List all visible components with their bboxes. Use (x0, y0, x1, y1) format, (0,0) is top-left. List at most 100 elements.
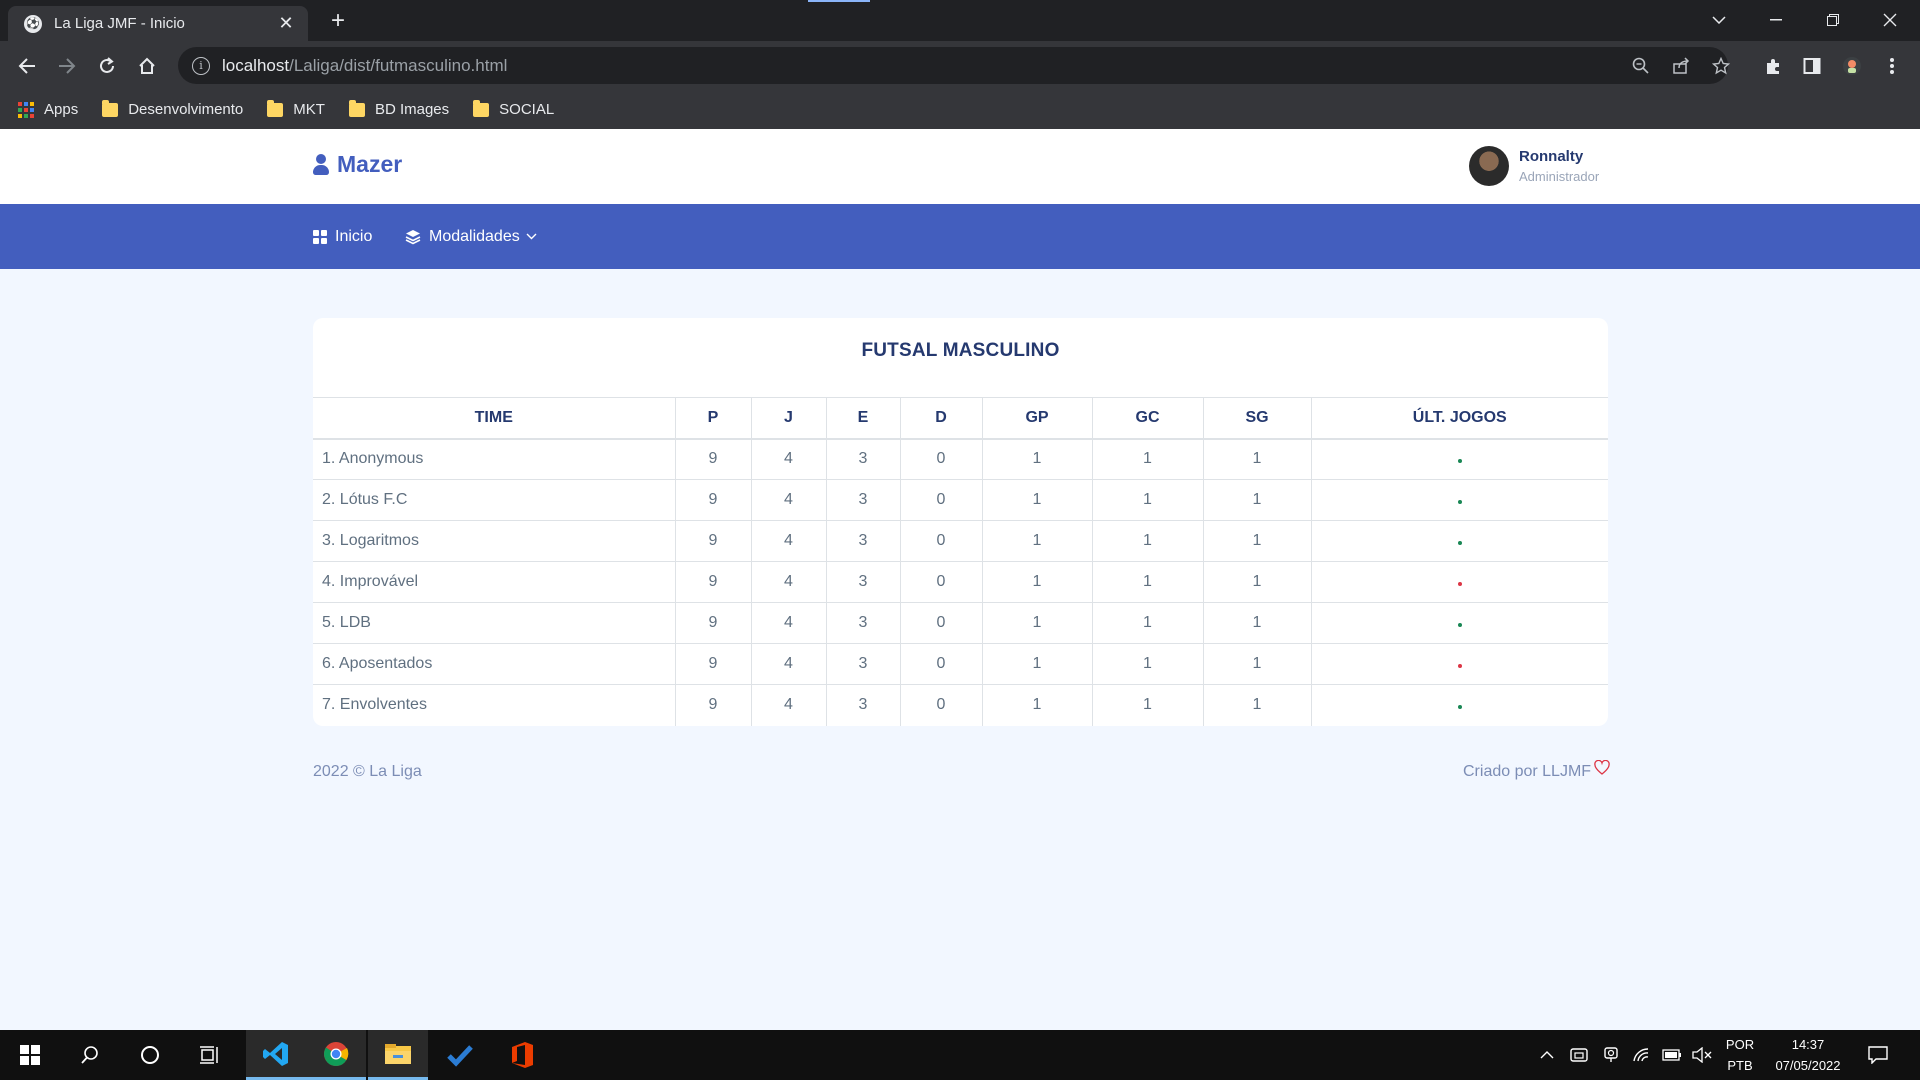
folder-icon (267, 99, 284, 117)
address-bar[interactable]: i localhost/Laliga/dist/futmasculino.htm… (178, 47, 1731, 84)
column-header-d[interactable]: D (900, 397, 983, 440)
windows-start-icon[interactable] (0, 1030, 60, 1080)
column-header-e[interactable]: E (826, 397, 901, 440)
reload-icon[interactable] (90, 49, 124, 83)
cell-p: 9 (675, 479, 752, 521)
bookmark-desenvolvimento[interactable]: Desenvolvimento (102, 99, 243, 118)
windows-taskbar: POR PTB 14:37 07/05/2022 (0, 1030, 1920, 1080)
cell-team: 7. Envolventes (313, 684, 676, 726)
tab-strip: ⚽ La Liga JMF - Inicio ✕ + (0, 0, 1920, 41)
file-explorer-icon[interactable] (368, 1030, 428, 1080)
win-dot-icon (1457, 500, 1462, 504)
zoom-icon[interactable] (1631, 56, 1651, 76)
table-row[interactable]: 6. Aposentados 9 4 3 0 1 1 1 (313, 643, 1608, 685)
bookmark-star-icon[interactable] (1711, 56, 1731, 76)
cell-e: 3 (826, 602, 901, 644)
win-dot-icon (1457, 541, 1462, 545)
cell-d: 0 (900, 684, 983, 726)
new-tab-icon[interactable]: + (324, 8, 352, 36)
todo-check-icon[interactable] (430, 1030, 490, 1080)
back-arrow-icon[interactable] (10, 49, 44, 83)
close-tab-icon[interactable]: ✕ (276, 13, 296, 34)
office-icon[interactable] (492, 1030, 552, 1080)
browser-tab[interactable]: ⚽ La Liga JMF - Inicio ✕ (8, 6, 308, 41)
cell-last-games (1311, 520, 1608, 562)
table-row[interactable]: 7. Envolventes 9 4 3 0 1 1 1 (313, 684, 1608, 726)
cell-last-games (1311, 479, 1608, 521)
notifications-icon[interactable] (1868, 1030, 1888, 1080)
camera-icon[interactable] (1602, 1030, 1620, 1080)
cell-gp: 1 (982, 479, 1093, 521)
keyboard-layout: PTB (1727, 1058, 1753, 1073)
cell-sg: 1 (1203, 438, 1312, 480)
show-hidden-icons-chevron-icon[interactable] (1540, 1030, 1554, 1080)
task-view-icon[interactable] (180, 1030, 240, 1080)
cell-team: 1. Anonymous (313, 438, 676, 480)
search-icon[interactable] (60, 1030, 120, 1080)
wifi-icon[interactable] (1632, 1030, 1650, 1080)
browser-chrome: ⚽ La Liga JMF - Inicio ✕ + i localhost /… (0, 0, 1920, 129)
browser-toolbar: i localhost/Laliga/dist/futmasculino.htm… (0, 41, 1920, 90)
cell-p: 9 (675, 684, 752, 726)
column-header-ult-jogos[interactable]: ÚLT. JOGOS (1311, 397, 1608, 440)
person-icon (313, 153, 329, 176)
column-header-gc[interactable]: GC (1092, 397, 1204, 440)
cell-sg: 1 (1203, 520, 1312, 562)
bookmark-apps[interactable]: Apps (18, 101, 78, 118)
card-title: FUTSAL MASCULINO (861, 340, 1060, 361)
battery-icon[interactable] (1662, 1030, 1682, 1080)
extensions-puzzle-icon[interactable] (1756, 49, 1790, 83)
loss-dot-icon (1457, 664, 1462, 668)
cell-gp: 1 (982, 684, 1093, 726)
loss-dot-icon (1457, 582, 1462, 586)
vscode-icon[interactable] (246, 1030, 306, 1080)
cortana-icon[interactable] (120, 1030, 180, 1080)
footer-credit: Criado por LLJMF (1463, 759, 1610, 781)
home-icon[interactable] (130, 49, 164, 83)
volume-muted-icon[interactable] (1692, 1030, 1712, 1080)
nav-item-modalidades[interactable]: Modalidades (405, 204, 537, 269)
bookmark-social[interactable]: SOCIAL (473, 99, 554, 118)
site-logo[interactable]: Mazer (313, 151, 402, 178)
user-menu[interactable]: Ronnalty Administrador (1469, 146, 1599, 186)
cell-d: 0 (900, 561, 983, 603)
standings-card: FUTSAL MASCULINO TIME P J E D GP GC SG Ú… (313, 318, 1608, 726)
column-header-p[interactable]: P (675, 397, 752, 440)
tab-search-chevron-icon[interactable] (1691, 0, 1747, 40)
cell-gc: 1 (1092, 684, 1204, 726)
table-row[interactable]: 3. Logaritmos 9 4 3 0 1 1 1 (313, 520, 1608, 562)
url-host: localhost (222, 55, 290, 75)
table-header-row: TIME P J E D GP GC SG ÚLT. JOGOS (313, 397, 1608, 440)
input-language[interactable]: POR PTB (1722, 1030, 1758, 1080)
table-row[interactable]: 2. Lótus F.C 9 4 3 0 1 1 1 (313, 479, 1608, 521)
meet-now-icon[interactable] (1570, 1030, 1590, 1080)
site-info-icon[interactable]: i (192, 56, 210, 75)
layers-icon (405, 229, 421, 245)
forward-arrow-icon[interactable] (50, 49, 84, 83)
restore-icon[interactable] (1805, 0, 1861, 40)
column-header-time[interactable]: TIME (313, 397, 676, 440)
column-header-gp[interactable]: GP (982, 397, 1093, 440)
bookmark-mkt[interactable]: MKT (267, 99, 325, 118)
nav-item-inicio[interactable]: Inicio (313, 204, 372, 269)
table-row[interactable]: 4. Improvável 9 4 3 0 1 1 1 (313, 561, 1608, 603)
minimize-icon[interactable] (1748, 0, 1804, 40)
chrome-icon[interactable] (306, 1030, 366, 1080)
cell-team: 3. Logaritmos (313, 520, 676, 562)
tab-search-indicator (808, 0, 870, 2)
column-header-j[interactable]: J (751, 397, 827, 440)
menu-kebab-icon[interactable] (1875, 49, 1909, 83)
bookmark-bd-images[interactable]: BD Images (348, 99, 449, 118)
column-header-sg[interactable]: SG (1203, 397, 1312, 440)
side-panel-icon[interactable] (1795, 49, 1829, 83)
table-row[interactable]: 1. Anonymous 9 4 3 0 1 1 1 (313, 438, 1608, 480)
cell-e: 3 (826, 561, 901, 603)
cell-j: 4 (751, 520, 827, 562)
cell-sg: 1 (1203, 602, 1312, 644)
profile-avatar-icon[interactable] (1835, 49, 1869, 83)
share-icon[interactable] (1671, 56, 1691, 76)
table-row[interactable]: 5. LDB 9 4 3 0 1 1 1 (313, 602, 1608, 644)
avatar (1469, 146, 1509, 186)
close-window-icon[interactable] (1862, 0, 1918, 40)
clock[interactable]: 14:37 07/05/2022 (1766, 1030, 1850, 1080)
